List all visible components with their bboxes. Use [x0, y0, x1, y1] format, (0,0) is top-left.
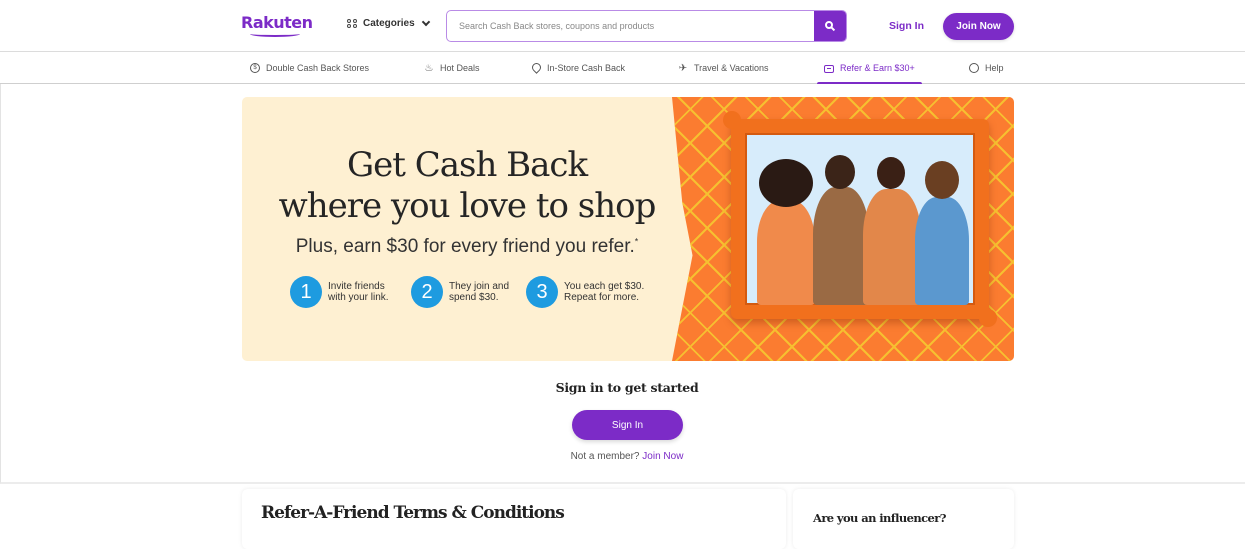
- hero-title-line-1: Get Cash Back: [346, 145, 588, 185]
- step-text: You each get $30. Repeat for more.: [564, 281, 645, 303]
- nav-item-help[interactable]: Help: [969, 52, 1004, 84]
- step-3: 3 You each get $30. Repeat for more.: [526, 276, 644, 308]
- step-number-badge: 3: [526, 276, 558, 308]
- nav-item-label: Help: [985, 63, 1004, 73]
- person-head: [877, 157, 905, 189]
- step-text: They join and spend $30.: [449, 281, 510, 303]
- nav-item-hot-deals[interactable]: Hot Deals: [424, 52, 480, 84]
- friends-photo: [745, 133, 975, 305]
- airplane-icon: [678, 63, 688, 73]
- nav-item-in-store[interactable]: In-Store Cash Back: [531, 52, 625, 84]
- rakuten-logo[interactable]: Rakuten: [241, 13, 313, 32]
- step-number-badge: 1: [290, 276, 322, 308]
- header-join-now-button[interactable]: Join Now: [943, 13, 1014, 40]
- hero-subtitle: Plus, earn $30 for every friend you refe…: [242, 236, 692, 258]
- nav-item-label: Refer & Earn $30+: [840, 63, 915, 73]
- top-header: Rakuten Categories Sign In Join Now: [0, 0, 1245, 52]
- nav-item-label: Travel & Vacations: [694, 63, 769, 73]
- hero-subtitle-text: Plus, earn $30 for every friend you refe…: [295, 236, 635, 257]
- hero-title: Get Cash Back where you love to shop: [242, 145, 692, 227]
- nav-item-label: Hot Deals: [440, 63, 480, 73]
- secondary-nav: $ Double Cash Back Stores Hot Deals In-S…: [0, 52, 1245, 85]
- categories-dropdown[interactable]: Categories: [347, 17, 430, 29]
- influencer-heading: Are you an influencer?: [813, 511, 946, 525]
- search-button[interactable]: [814, 11, 846, 41]
- member-prompt: Not a member? Join Now: [527, 451, 727, 462]
- search-icon: [825, 21, 833, 29]
- nav-item-label: In-Store Cash Back: [547, 63, 626, 73]
- step-text: Invite friends with your link.: [328, 281, 389, 303]
- person-head: [925, 161, 959, 199]
- nav-item-label: Double Cash Back Stores: [266, 63, 370, 73]
- chevron-down-icon: [421, 17, 430, 27]
- logo-swoosh: [250, 31, 300, 37]
- person-figure: [813, 187, 869, 305]
- nav-item-double-cash-back[interactable]: $ Double Cash Back Stores: [250, 52, 369, 84]
- grid-icon: [347, 18, 357, 29]
- step-number-badge: 2: [411, 276, 443, 308]
- influencer-card: Are you an influencer?: [793, 489, 1014, 549]
- help-bubble-icon: [969, 63, 979, 73]
- nav-item-travel[interactable]: Travel & Vacations: [678, 52, 769, 84]
- location-pin-icon: [531, 63, 541, 73]
- terms-card: Refer-A-Friend Terms & Conditions: [242, 489, 786, 549]
- nav-item-refer-earn[interactable]: Refer & Earn $30+: [817, 52, 922, 85]
- header-sign-in-link[interactable]: Sign In: [889, 20, 924, 32]
- person-figure: [757, 200, 815, 305]
- join-now-link[interactable]: Join Now: [642, 451, 683, 462]
- step-2: 2 They join and spend $30.: [411, 276, 509, 308]
- flame-icon: [424, 63, 434, 73]
- person-figure: [915, 197, 969, 305]
- person-figure: [863, 189, 921, 305]
- search-bar: [446, 10, 847, 42]
- chat-referral-icon: [824, 64, 834, 73]
- person-head: [825, 155, 855, 189]
- hero-photo-frame: [723, 111, 997, 327]
- footnote-mark: *: [634, 236, 639, 247]
- hero-title-line-2: where you love to shop: [278, 186, 657, 226]
- step-1: 1 Invite friends with your link.: [290, 276, 389, 308]
- search-input[interactable]: [447, 11, 815, 41]
- dollar-circle-icon: $: [250, 63, 260, 73]
- cta-heading: Sign in to get started: [555, 380, 699, 395]
- person-head: [759, 159, 813, 207]
- member-prompt-text: Not a member?: [570, 451, 640, 462]
- categories-label: Categories: [363, 18, 415, 29]
- sign-in-button[interactable]: Sign In: [572, 410, 683, 440]
- terms-heading: Refer-A-Friend Terms & Conditions: [261, 503, 565, 523]
